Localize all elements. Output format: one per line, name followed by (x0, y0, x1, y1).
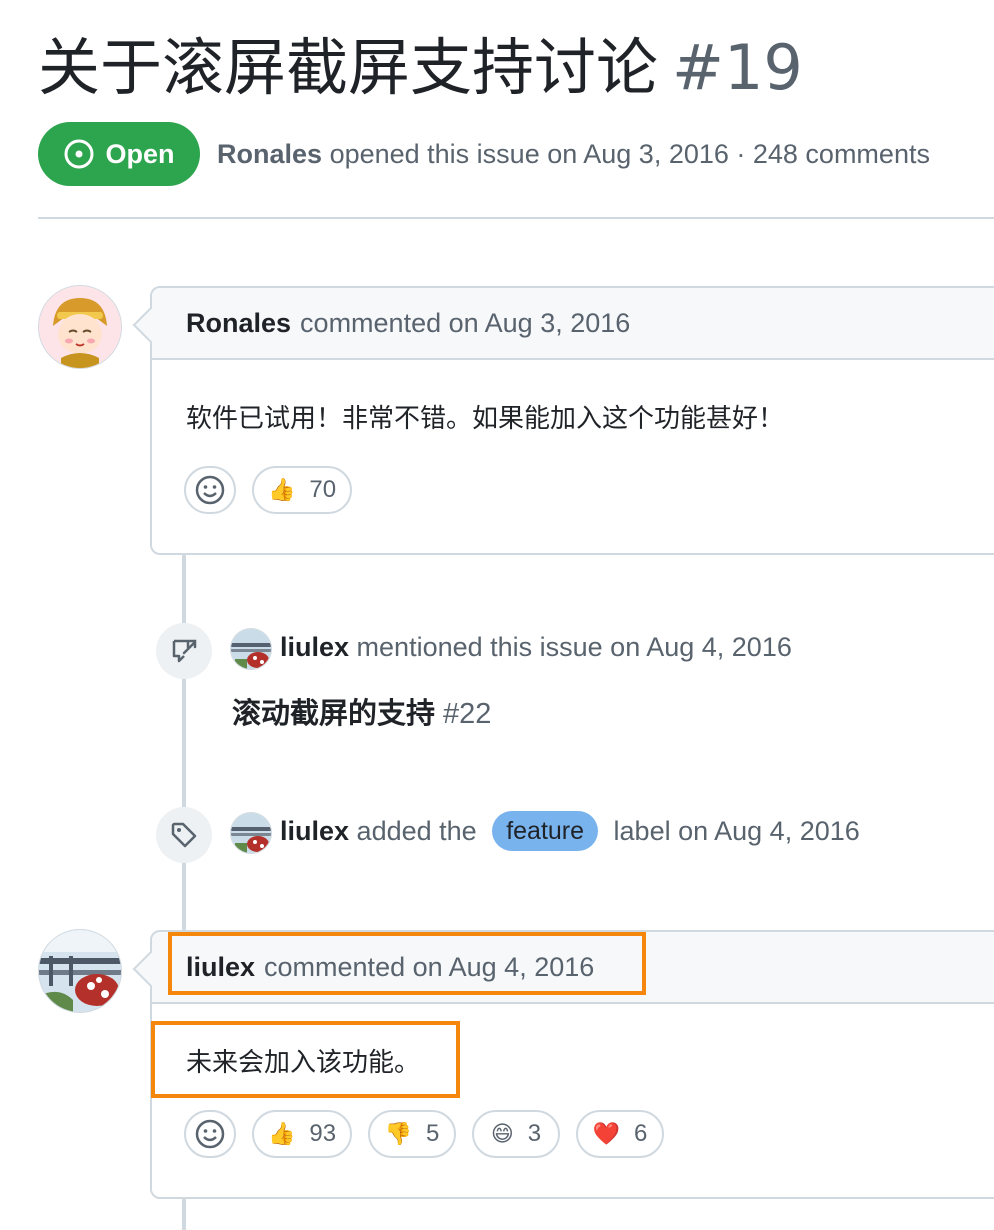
reactions-bar: 👍 70 (152, 466, 994, 514)
reaction-heart[interactable]: ❤️ 6 (576, 1110, 664, 1158)
reaction-thumbs-up[interactable]: 👍 70 (252, 466, 352, 514)
issue-number: #19 (672, 31, 803, 104)
issue-opened-text: opened this issue on Aug 3, 2016 · 248 c… (329, 139, 930, 169)
thumbs-up-icon: 👍 (267, 1121, 296, 1147)
event-actor[interactable]: liulex (280, 816, 349, 846)
avatar-ronales-image (39, 286, 121, 368)
issue-meta: Ronales opened this issue on Aug 3, 2016… (217, 134, 930, 174)
avatar-liulex-image (231, 813, 271, 853)
timeline-line (182, 552, 186, 930)
reaction-count: 93 (309, 1120, 337, 1147)
comment-ronales: Ronales commented on Aug 3, 2016 软件已试用！非… (132, 286, 994, 555)
issue-state-label: Open (105, 138, 175, 169)
smiley-icon (195, 1119, 225, 1149)
reaction-thumbs-down[interactable]: 👎 5 (368, 1110, 456, 1158)
reaction-count: 5 (426, 1120, 440, 1147)
avatar-liulex-small[interactable] (230, 812, 272, 854)
tag-icon (156, 807, 212, 863)
issue-page: 关于滚屏截屏支持讨论 #19 Open Ronales opened this i… (0, 0, 994, 1230)
reaction-laugh[interactable]: 😄 3 (472, 1110, 560, 1158)
laugh-icon: 😄 (490, 1121, 514, 1147)
event-description-after: label on Aug 4, 2016 (613, 816, 860, 846)
reactions-bar: 👍 93 👎 5 😄 3 ❤️ 6 (152, 1110, 994, 1158)
issue-title-text: 关于滚屏截屏支持讨论 (38, 31, 659, 104)
add-reaction-button[interactable] (184, 1110, 236, 1158)
cross-reference-icon (156, 623, 212, 679)
comment-meta[interactable]: commented on Aug 3, 2016 (300, 308, 630, 339)
avatar-liulex-image (39, 930, 121, 1012)
referenced-issue-link[interactable]: 滚动截屏的支持 #22 (232, 690, 491, 732)
avatar-liulex[interactable] (38, 929, 122, 1013)
thumbs-up-icon: 👍 (267, 477, 296, 503)
reaction-count: 70 (309, 476, 337, 503)
issue-open-icon (64, 139, 94, 169)
reaction-count: 3 (527, 1120, 542, 1147)
avatar-liulex-small[interactable] (230, 628, 272, 670)
event-description-before: added the (356, 816, 477, 846)
comment-body: 软件已试用！非常不错。如果能加入这个功能甚好！ (186, 404, 785, 434)
highlight-box-comment-header (168, 932, 646, 995)
label-event-text: liulex added the feature label on Aug 4,… (280, 810, 860, 853)
referenced-issue-number[interactable]: #22 (443, 698, 491, 730)
reaction-count: 6 (634, 1120, 648, 1147)
referenced-issue-title[interactable]: 滚动截屏的支持 (232, 696, 435, 730)
avatar-liulex-image (231, 629, 271, 669)
smiley-icon (195, 475, 225, 505)
highlight-box-comment-body (151, 1021, 460, 1098)
comment-author[interactable]: Ronales (186, 308, 291, 339)
comment-header: Ronales commented on Aug 3, 2016 (152, 288, 994, 360)
avatar-ronales[interactable] (38, 285, 122, 369)
reaction-thumbs-up[interactable]: 👍 93 (252, 1110, 352, 1158)
mention-event-text: liulex mentioned this issue on Aug 4, 20… (280, 627, 792, 667)
issue-title: 关于滚屏截屏支持讨论 #19 (38, 28, 803, 108)
issue-state-badge: Open (38, 122, 200, 186)
event-description: mentioned this issue on Aug 4, 2016 (356, 632, 792, 662)
thumbs-down-icon: 👎 (384, 1121, 413, 1147)
timeline-line (182, 1196, 186, 1230)
heart-icon: ❤️ (592, 1121, 621, 1147)
header-divider (38, 217, 994, 219)
add-reaction-button[interactable] (184, 466, 236, 514)
label-feature[interactable]: feature (492, 810, 599, 851)
event-actor[interactable]: liulex (280, 632, 349, 662)
issue-author-link[interactable]: Ronales (217, 139, 322, 169)
